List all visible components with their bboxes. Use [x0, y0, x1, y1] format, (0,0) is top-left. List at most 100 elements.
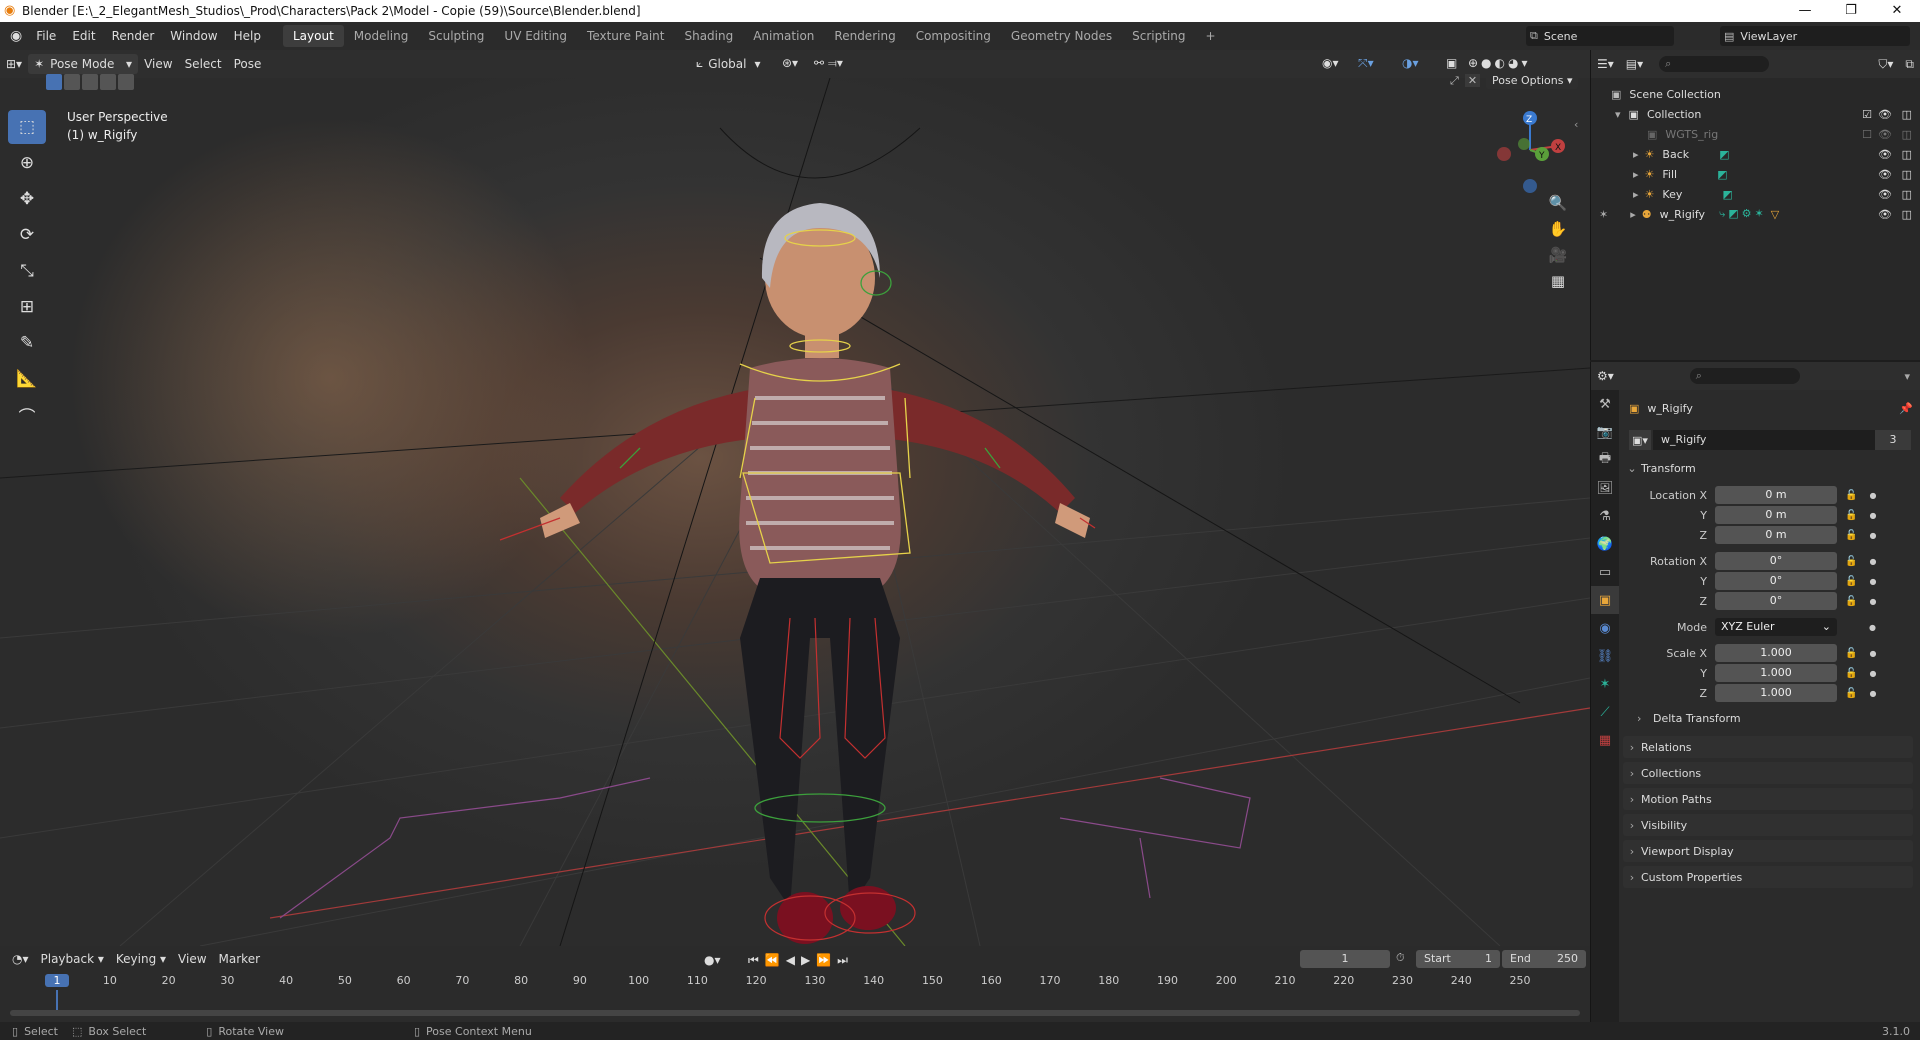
visibility-icon[interactable]: ◉▾ — [1316, 53, 1345, 73]
expand-arrow-icon[interactable]: ▸ — [1630, 208, 1636, 221]
view-layer-tab-icon[interactable]: 🖼 — [1591, 474, 1619, 502]
annotate-tool-icon[interactable]: ✎ — [8, 326, 46, 360]
keyframe-dot-icon[interactable]: ● — [1869, 623, 1876, 632]
gizmo-toggle-icon[interactable]: ⤧▾ — [1352, 53, 1380, 74]
keyframe-dot-icon[interactable]: ● — [1869, 511, 1876, 520]
menu-pose[interactable]: Pose — [228, 54, 268, 74]
scene-selector[interactable]: ⧉ Scene — [1526, 26, 1674, 46]
expand-arrow-icon[interactable]: ▾ — [1615, 108, 1621, 121]
keyframe-dot-icon[interactable]: ● — [1869, 597, 1876, 606]
outliner-scene-collection[interactable]: ▣ Scene Collection — [1591, 84, 1920, 104]
keyframe-dot-icon[interactable]: ● — [1869, 491, 1876, 500]
lock-icon[interactable]: 🔓 — [1845, 490, 1857, 501]
shading-mode-icons[interactable]: ⊕●◐◕▾ — [1462, 53, 1537, 73]
playhead-line[interactable] — [56, 990, 58, 1010]
scale-z-field[interactable]: 1.000 — [1715, 684, 1837, 702]
record-icon[interactable]: ●▾ — [698, 950, 727, 970]
menu-view[interactable]: View — [138, 54, 178, 74]
users-count[interactable]: 3 — [1875, 430, 1911, 450]
cursor-tool-icon[interactable]: ⊕ — [8, 146, 46, 180]
properties-search-input[interactable]: ⌕ — [1689, 368, 1800, 384]
playback-controls-icon[interactable]: ⏮⏪◀▶⏩⏭ — [742, 950, 860, 971]
object-browse-icon[interactable]: ▣▾ — [1629, 430, 1651, 450]
end-frame-field[interactable]: End 250 — [1502, 950, 1586, 968]
menu-select[interactable]: Select — [179, 54, 228, 74]
tab-rendering[interactable]: Rendering — [824, 25, 905, 47]
filter-icon[interactable]: ⛉▾ — [1872, 54, 1899, 75]
rotation-x-field[interactable]: 0° — [1715, 552, 1837, 570]
keyframe-dot-icon[interactable]: ● — [1869, 577, 1876, 586]
location-y-field[interactable]: 0 m — [1715, 506, 1837, 524]
collection-checkbox[interactable]: ☑ — [1862, 108, 1872, 121]
keyframe-dot-icon[interactable]: ● — [1869, 649, 1876, 658]
outliner-item-back[interactable]: ▸ ☀ Back ◩ 👁 ◫ — [1591, 144, 1920, 164]
rotation-mode-dropdown[interactable]: XYZ Euler ⌄ — [1715, 618, 1837, 636]
lock-icon[interactable]: 🔓 — [1845, 530, 1857, 541]
eye-icon[interactable]: 👁 — [1878, 148, 1892, 161]
menu-timeline-view[interactable]: View — [172, 949, 212, 969]
camera-render-icon[interactable]: ◫ — [1902, 108, 1912, 121]
texture-tab-icon[interactable]: ▦ — [1591, 726, 1619, 754]
camera-render-icon[interactable]: ◫ — [1902, 128, 1912, 141]
rotation-z-field[interactable]: 0° — [1715, 592, 1837, 610]
pan-hand-icon[interactable]: ✋ — [1545, 216, 1571, 242]
lock-icon[interactable]: 🔓 — [1845, 648, 1857, 659]
tab-scripting[interactable]: Scripting — [1122, 25, 1195, 47]
eye-icon[interactable]: 👁 — [1878, 128, 1892, 141]
tab-texture-paint[interactable]: Texture Paint — [577, 25, 674, 47]
viewport-display-panel[interactable]: › Viewport Display — [1623, 840, 1913, 862]
frame-ruler[interactable]: 1 10 20 30 40 50 60 70 80 90 100 110 120 130 140 150 160… — [0, 972, 1590, 1010]
lock-icon[interactable]: 🔓 — [1845, 510, 1857, 521]
outliner-collection[interactable]: ▾ ▣ Collection ☑ 👁 ◫ — [1591, 104, 1920, 124]
expand-arrow-icon[interactable]: ▸ — [1633, 148, 1639, 161]
menu-marker[interactable]: Marker — [213, 949, 266, 969]
tab-shading[interactable]: Shading — [674, 25, 743, 47]
camera-render-icon[interactable]: ◫ — [1902, 208, 1912, 221]
menu-playback[interactable]: Playback ▾ — [35, 949, 110, 969]
menu-window[interactable]: Window — [162, 29, 225, 43]
object-name-field[interactable]: w_Rigify — [1653, 430, 1875, 450]
rotation-y-field[interactable]: 0° — [1715, 572, 1837, 590]
select-new-icon[interactable] — [46, 74, 62, 90]
object-tab-icon[interactable]: ▣ — [1591, 586, 1619, 614]
move-tool-icon[interactable]: ✥ — [8, 182, 46, 216]
display-mode-icon[interactable]: ▤▾ — [1620, 54, 1649, 74]
tool-tab-icon[interactable]: ⚒ — [1591, 390, 1619, 418]
eye-icon[interactable]: 👁 — [1878, 208, 1892, 221]
visibility-panel[interactable]: › Visibility — [1623, 814, 1913, 836]
collections-panel[interactable]: › Collections — [1623, 762, 1913, 784]
scale-y-field[interactable]: 1.000 — [1715, 664, 1837, 682]
motion-paths-panel[interactable]: › Motion Paths — [1623, 788, 1913, 810]
select-invert-icon[interactable] — [100, 74, 116, 90]
start-frame-field[interactable]: Start 1 — [1416, 950, 1500, 968]
outliner-item-key[interactable]: ▸ ☀ Key ◩ 👁 ◫ — [1591, 184, 1920, 204]
grid-projection-icon[interactable]: ▦ — [1545, 268, 1571, 294]
lock-icon[interactable]: 🔓 — [1845, 596, 1857, 607]
menu-render[interactable]: Render — [104, 29, 163, 43]
custom-properties-panel[interactable]: › Custom Properties — [1623, 866, 1913, 888]
tab-compositing[interactable]: Compositing — [906, 25, 1001, 47]
navigation-gizmo[interactable]: Z X Y — [1480, 106, 1580, 196]
close-button[interactable]: ✕ — [1874, 0, 1920, 22]
location-x-field[interactable]: 0 m — [1715, 486, 1837, 504]
overlay-toggle-icon[interactable]: ◑▾ — [1396, 53, 1425, 73]
physics-tab-icon[interactable]: ◉ — [1591, 614, 1619, 642]
transform-panel-header[interactable]: ⌄ Transform — [1623, 458, 1913, 478]
outliner-search-input[interactable]: ⌕ — [1659, 56, 1770, 72]
blender-menu-icon[interactable]: ◉ — [10, 28, 22, 44]
pose-options-dropdown[interactable]: Pose Options ▾ — [1486, 72, 1579, 89]
outliner-item-fill[interactable]: ▸ ☀ Fill ◩ 👁 ◫ — [1591, 164, 1920, 184]
camera-render-icon[interactable]: ◫ — [1902, 188, 1912, 201]
output-tab-icon[interactable]: 🖶 — [1591, 446, 1619, 474]
lock-icon[interactable]: 🔓 — [1845, 576, 1857, 587]
world-tab-icon[interactable]: 🌍 — [1591, 530, 1619, 558]
3d-viewport[interactable]: ⬚ ⊕ ✥ ⟳ ⤡ ⊞ ✎ 📐 ⌒ User Perspective (1) w… — [0, 72, 1590, 946]
snap-icon[interactable]: ⚯ ⫤▾ — [808, 53, 849, 74]
delta-transform-subpanel[interactable]: › Delta Transform — [1637, 712, 1741, 725]
scale-tool-icon[interactable]: ⤡ — [8, 254, 46, 288]
select-intersect-icon[interactable] — [118, 74, 134, 90]
keyframe-dot-icon[interactable]: ● — [1869, 669, 1876, 678]
outliner-editor-icon[interactable]: ☰▾ — [1591, 54, 1620, 74]
current-frame-field[interactable]: 1 — [1300, 950, 1390, 968]
select-subtract-icon[interactable] — [82, 74, 98, 90]
